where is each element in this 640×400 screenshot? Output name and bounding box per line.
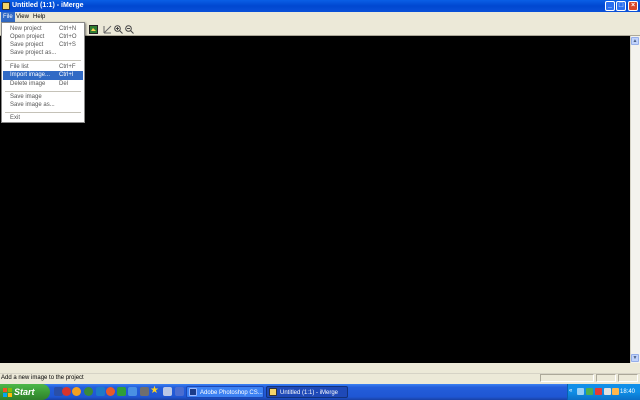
file-menu-dropdown: New project Ctrl+N Open project Ctrl+O Sav… bbox=[1, 22, 85, 123]
taskbar-item-photoshop[interactable]: Adobe Photoshop CS... bbox=[186, 386, 264, 398]
close-button[interactable]: × bbox=[628, 1, 638, 11]
quicklaunch-icon[interactable] bbox=[117, 387, 126, 396]
star-icon[interactable]: ★ bbox=[150, 385, 159, 397]
imerge-icon bbox=[269, 388, 277, 396]
quicklaunch-icon[interactable] bbox=[72, 387, 81, 396]
quicklaunch-icon[interactable] bbox=[128, 387, 137, 396]
menu-separator bbox=[5, 60, 81, 61]
maximize-button[interactable]: □ bbox=[616, 1, 626, 11]
menu-separator bbox=[5, 112, 81, 113]
quicklaunch-icon[interactable] bbox=[84, 387, 93, 396]
title-bar[interactable] bbox=[0, 0, 640, 12]
quicklaunch-icon[interactable] bbox=[106, 387, 115, 396]
app-icon bbox=[2, 2, 10, 10]
quicklaunch-icon[interactable] bbox=[163, 387, 172, 396]
zoom-out-icon[interactable] bbox=[124, 24, 134, 34]
image-canvas[interactable] bbox=[0, 36, 630, 363]
tray-icon[interactable] bbox=[586, 388, 593, 395]
horizontal-area bbox=[0, 363, 640, 373]
menu-item-import-image[interactable]: Import image... Ctrl+I bbox=[3, 71, 83, 80]
scroll-up-icon[interactable]: ▲ bbox=[631, 37, 639, 45]
network-icon[interactable] bbox=[577, 388, 584, 395]
quicklaunch-icon[interactable] bbox=[96, 387, 105, 396]
menu-view[interactable]: View bbox=[14, 12, 31, 22]
windows-logo-icon bbox=[3, 388, 12, 397]
tray-icon[interactable] bbox=[612, 388, 619, 395]
menu-help[interactable]: Help bbox=[31, 12, 47, 22]
tray-arrow-icon[interactable]: « bbox=[569, 388, 572, 394]
photoshop-icon bbox=[189, 388, 197, 396]
scroll-down-icon[interactable]: ▼ bbox=[631, 354, 639, 362]
security-icon[interactable] bbox=[595, 388, 602, 395]
vertical-scrollbar[interactable] bbox=[630, 36, 640, 363]
status-cell bbox=[618, 374, 638, 382]
menu-file[interactable]: File bbox=[1, 12, 15, 22]
minimize-button[interactable]: _ bbox=[605, 1, 615, 11]
crop-icon[interactable] bbox=[102, 24, 112, 34]
taskbar-item-imerge[interactable]: Untitled (1:1) - iMerge bbox=[266, 386, 348, 398]
quicklaunch-icon[interactable] bbox=[140, 387, 149, 396]
menu-item-save-image-as[interactable]: Save image as... bbox=[3, 101, 83, 110]
window-title: Untitled (1:1) - iMerge bbox=[12, 2, 84, 9]
image-tool-icon[interactable] bbox=[88, 24, 98, 34]
menu-item-exit[interactable]: Exit bbox=[3, 114, 83, 123]
menu-separator bbox=[5, 91, 81, 92]
menu-bar bbox=[0, 12, 640, 22]
quicklaunch-icon[interactable] bbox=[175, 387, 184, 396]
status-cell bbox=[596, 374, 616, 382]
status-text: Add a new image to the project bbox=[1, 375, 84, 381]
volume-icon[interactable] bbox=[604, 388, 611, 395]
quicklaunch-icon[interactable] bbox=[62, 387, 71, 396]
status-cell bbox=[540, 374, 594, 382]
menu-item-save-project-as[interactable]: Save project as... bbox=[3, 49, 83, 58]
clock: 18:40 bbox=[620, 389, 636, 395]
zoom-in-icon[interactable] bbox=[113, 24, 123, 34]
menu-item-delete-image[interactable]: Delete image Del bbox=[3, 80, 83, 89]
